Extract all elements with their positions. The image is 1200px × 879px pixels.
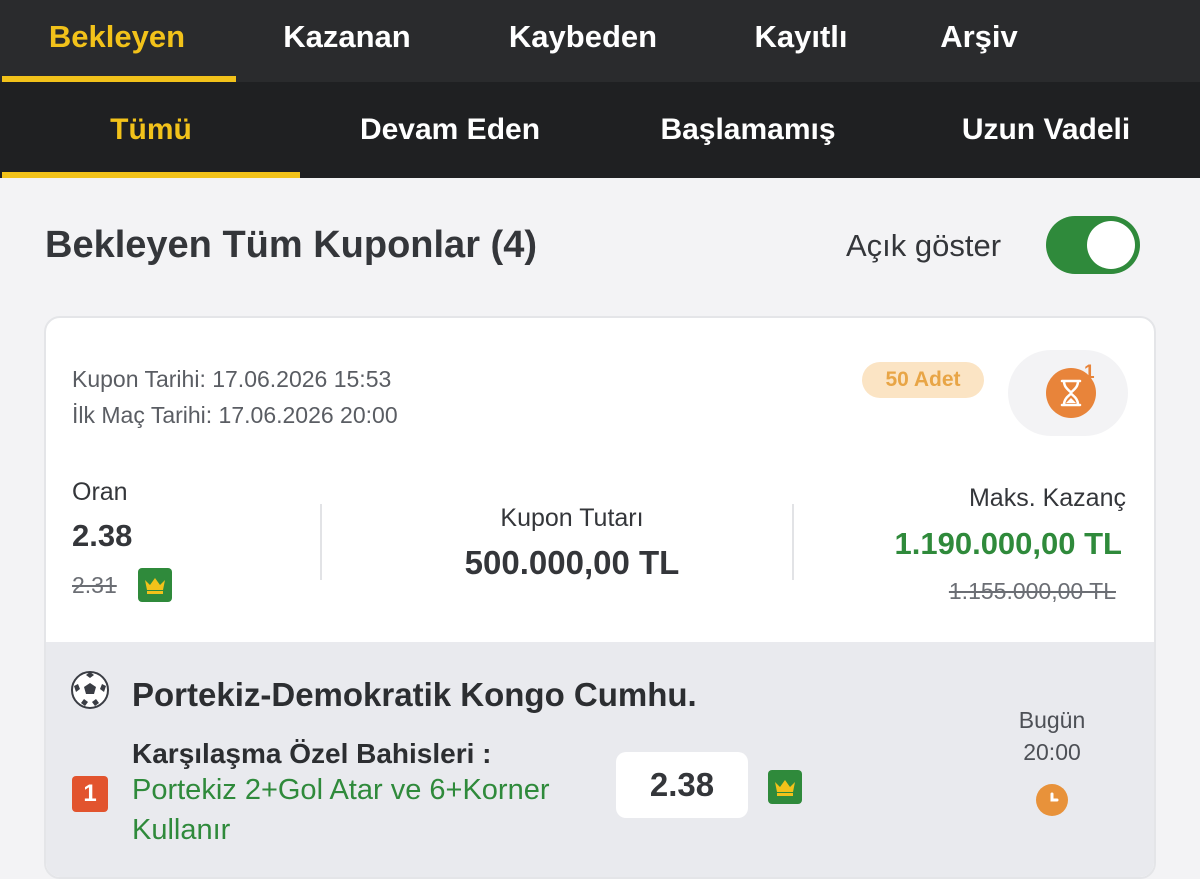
subtab-baslamamis[interactable]: Başlamamış <box>628 82 868 178</box>
content-area: Bekleyen Tüm Kuponlar (4) Açık göster Ku… <box>2 178 1198 879</box>
open-show-toggle[interactable] <box>1046 216 1140 274</box>
pending-count: 1 <box>1084 362 1095 383</box>
match-row[interactable]: Portekiz-Demokratik Kongo Cumhu. Karşıla… <box>46 642 1154 877</box>
sub-tab-bar: Tümü Devam Eden Başlamamış Uzun Vadeli <box>0 82 1200 178</box>
tab-kaybeden[interactable]: Kaybeden <box>480 0 686 82</box>
tab-kayitli[interactable]: Kayıtlı <box>724 0 878 82</box>
coupon-date: Kupon Tarihi: 17.06.2026 15:53 <box>72 366 392 392</box>
subtab-tumu[interactable]: Tümü <box>70 82 232 178</box>
toggle-knob <box>1087 221 1135 269</box>
odds-old-value: 2.31 <box>72 572 117 598</box>
crown-icon <box>138 568 172 602</box>
quantity-badge: 50 Adet <box>862 362 984 398</box>
first-match-date: İlk Maç Tarihi: 17.06.2026 20:00 <box>72 402 398 428</box>
max-win-old-value: 1.155.000,00 TL <box>948 578 1116 604</box>
clock-icon <box>1036 784 1068 816</box>
max-win-value: 1.190.000,00 TL <box>894 526 1123 561</box>
page-title: Bekleyen Tüm Kuponlar (4) <box>45 224 537 266</box>
odds-value: 2.38 <box>72 518 133 553</box>
selection-odd: 2.38 <box>616 752 748 818</box>
odds-label: Oran <box>72 478 128 506</box>
tab-bekleyen[interactable]: Bekleyen <box>14 0 220 82</box>
toggle-label: Açık göster <box>846 228 1002 263</box>
stake-value: 500.000,00 TL <box>464 544 680 581</box>
match-hour: 20:00 <box>1023 739 1081 765</box>
tab-kazanan[interactable]: Kazanan <box>250 0 444 82</box>
match-time: Bugün 20:00 <box>992 704 1112 768</box>
subtab-devam-eden[interactable]: Devam Eden <box>330 82 570 178</box>
max-win-label: Maks. Kazanç <box>968 484 1126 512</box>
match-day: Bugün <box>1018 707 1086 733</box>
selection-number: 1 <box>72 776 108 812</box>
soccer-ball-icon <box>71 671 109 709</box>
stake-label: Kupon Tutarı <box>500 504 644 532</box>
subtab-uzun-vadeli[interactable]: Uzun Vadeli <box>924 82 1168 178</box>
pending-timer-button[interactable]: 1 <box>1008 350 1128 436</box>
market-label: Karşılaşma Özel Bahisleri : <box>132 738 492 769</box>
coupon-card[interactable]: Kupon Tarihi: 17.06.2026 15:53 İlk Maç T… <box>44 316 1156 879</box>
tab-arsiv[interactable]: Arşiv <box>904 0 1054 82</box>
crown-icon <box>768 770 802 804</box>
top-tab-bar: Bekleyen Kazanan Kaybeden Kayıtlı Arşiv <box>0 0 1200 82</box>
selection-text: Portekiz 2+Gol Atar ve 6+Korner Kullanır <box>132 774 550 846</box>
match-title: Portekiz-Demokratik Kongo Cumhu. <box>132 676 697 713</box>
divider <box>792 504 794 580</box>
